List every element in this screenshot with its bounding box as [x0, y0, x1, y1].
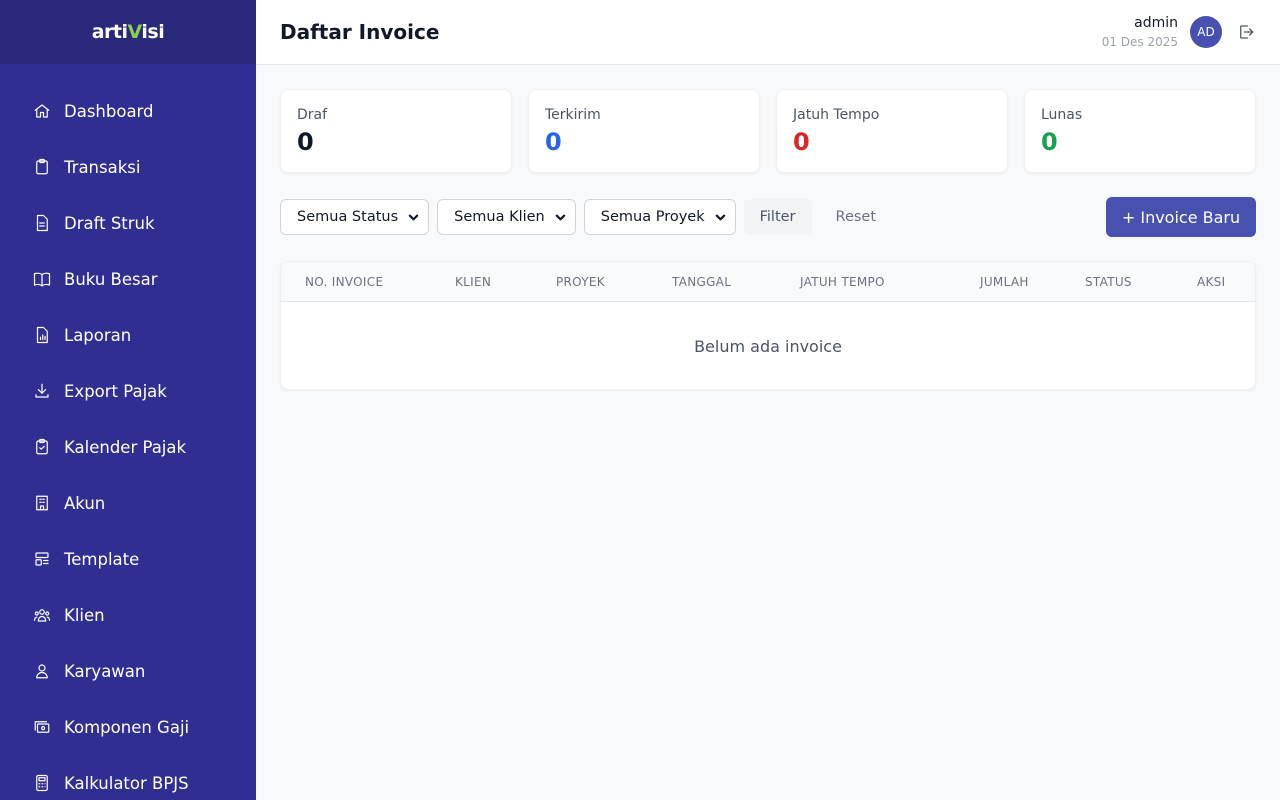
logout-icon: [1240, 25, 1254, 39]
stat-value: 0: [297, 128, 314, 156]
new-invoice-button[interactable]: + Invoice Baru: [1106, 197, 1256, 237]
stat-label: Terkirim: [545, 107, 601, 123]
sidebar-item-label: Akun: [64, 493, 106, 513]
document-icon: [32, 213, 52, 233]
users-icon: [32, 605, 52, 625]
logo-bar: artiVisi: [0, 0, 256, 64]
avatar[interactable]: AD: [1190, 16, 1222, 48]
chevron-down-icon: [408, 211, 420, 223]
sidebar: artiVisi Dashboard Transaksi Draft Struk…: [0, 0, 256, 800]
logout-button[interactable]: [1236, 22, 1256, 42]
stat-value: 0: [1041, 128, 1058, 156]
user-area: admin 01 Des 2025 AD: [1102, 14, 1256, 50]
user-info: admin 01 Des 2025: [1102, 14, 1178, 50]
sidebar-item-kalkulator-bpjs[interactable]: Kalkulator BPJS: [0, 755, 256, 800]
sidebar-item-dashboard[interactable]: Dashboard: [0, 83, 256, 139]
home-icon: [32, 101, 52, 121]
client-select[interactable]: Semua Klien: [437, 199, 576, 235]
stat-card-terkirim: Terkirim 0: [528, 89, 760, 173]
project-select[interactable]: Semua Proyek: [583, 199, 736, 235]
empty-state-message: Belum ada invoice: [694, 336, 842, 356]
sidebar-item-buku-besar[interactable]: Buku Besar: [0, 251, 256, 307]
sidebar-item-label: Komponen Gaji: [64, 717, 190, 737]
template-icon: [32, 549, 52, 569]
stat-label: Lunas: [1041, 107, 1083, 123]
top-header: Daftar Invoice admin 01 Des 2025 AD: [256, 0, 1280, 65]
sidebar-item-komponen-gaji[interactable]: Komponen Gaji: [0, 699, 256, 755]
column-header[interactable]: STATUS: [1085, 262, 1132, 302]
sidebar-item-label: Kalkulator BPJS: [64, 773, 189, 793]
building-icon: [32, 493, 52, 513]
chevron-down-icon: [555, 211, 567, 223]
column-header[interactable]: TANGGAL: [672, 262, 731, 302]
status-select-value: Semua Status: [297, 209, 399, 225]
sidebar-item-transaksi[interactable]: Transaksi: [0, 139, 256, 195]
column-header[interactable]: KLIEN: [455, 262, 491, 302]
stat-card-jatuh-tempo: Jatuh Tempo 0: [776, 89, 1008, 173]
reset-button[interactable]: Reset: [812, 199, 901, 235]
stat-card-draf: Draf 0: [280, 89, 512, 173]
main-content: Draf 0 Terkirim 0 Jatuh Tempo 0 Lunas 0 …: [280, 89, 1256, 390]
invoice-table: NO. INVOICE KLIEN PROYEK TANGGAL JATUH T…: [280, 261, 1256, 390]
sidebar-item-label: Buku Besar: [64, 269, 158, 289]
client-select-value: Semua Klien: [454, 209, 545, 225]
stat-label: Jatuh Tempo: [793, 107, 880, 123]
sidebar-item-label: Dashboard: [64, 101, 154, 121]
project-select-value: Semua Proyek: [600, 209, 705, 225]
sidebar-item-draft-struk[interactable]: Draft Struk: [0, 195, 256, 251]
report-icon: [32, 325, 52, 345]
cash-icon: [32, 717, 52, 737]
column-header[interactable]: JATUH TEMPO: [800, 262, 885, 302]
sidebar-item-label: Laporan: [64, 325, 132, 345]
sidebar-item-template[interactable]: Template: [0, 531, 256, 587]
book-icon: [32, 269, 52, 289]
status-select[interactable]: Semua Status: [280, 199, 430, 235]
column-header[interactable]: AKSI: [1197, 262, 1225, 302]
download-icon: [32, 381, 52, 401]
sidebar-item-akun[interactable]: Akun: [0, 475, 256, 531]
sidebar-item-label: Kalender Pajak: [64, 437, 187, 457]
sidebar-item-kalender-pajak[interactable]: Kalender Pajak: [0, 419, 256, 475]
column-header[interactable]: NO. INVOICE: [305, 262, 383, 302]
sidebar-item-karyawan[interactable]: Karyawan: [0, 643, 256, 699]
sidebar-nav: Dashboard Transaksi Draft Struk Buku Bes…: [0, 64, 256, 800]
table-header: NO. INVOICE KLIEN PROYEK TANGGAL JATUH T…: [281, 262, 1255, 302]
sidebar-item-label: Transaksi: [64, 157, 141, 177]
sidebar-item-laporan[interactable]: Laporan: [0, 307, 256, 363]
clipboard-icon: [32, 157, 52, 177]
sidebar-item-label: Export Pajak: [64, 381, 167, 401]
sidebar-item-label: Draft Struk: [64, 213, 155, 233]
calculator-icon: [32, 773, 52, 793]
chevron-down-icon: [715, 211, 727, 223]
sidebar-item-klien[interactable]: Klien: [0, 587, 256, 643]
user-icon: [32, 661, 52, 681]
clipboard-check-icon: [32, 437, 52, 457]
filter-bar: Semua Status Semua Klien Semua Proyek Fi…: [280, 197, 1256, 237]
sidebar-item-label: Karyawan: [64, 661, 146, 681]
page-title: Daftar Invoice: [280, 20, 440, 44]
filter-button[interactable]: Filter: [743, 199, 812, 235]
user-name: admin: [1134, 15, 1178, 31]
stat-label: Draf: [297, 107, 328, 123]
stats-row: Draf 0 Terkirim 0 Jatuh Tempo 0 Lunas 0: [280, 89, 1256, 173]
column-header[interactable]: JUMLAH: [980, 262, 1029, 302]
sidebar-item-label: Klien: [64, 605, 105, 625]
current-date: 01 Des 2025: [1101, 35, 1178, 49]
sidebar-item-export-pajak[interactable]: Export Pajak: [0, 363, 256, 419]
stat-value: 0: [545, 128, 562, 156]
brand-logo[interactable]: artiVisi: [92, 21, 165, 43]
stat-card-lunas: Lunas 0: [1024, 89, 1256, 173]
column-header[interactable]: PROYEK: [556, 262, 605, 302]
stat-value: 0: [793, 128, 810, 156]
sidebar-item-label: Template: [64, 549, 140, 569]
